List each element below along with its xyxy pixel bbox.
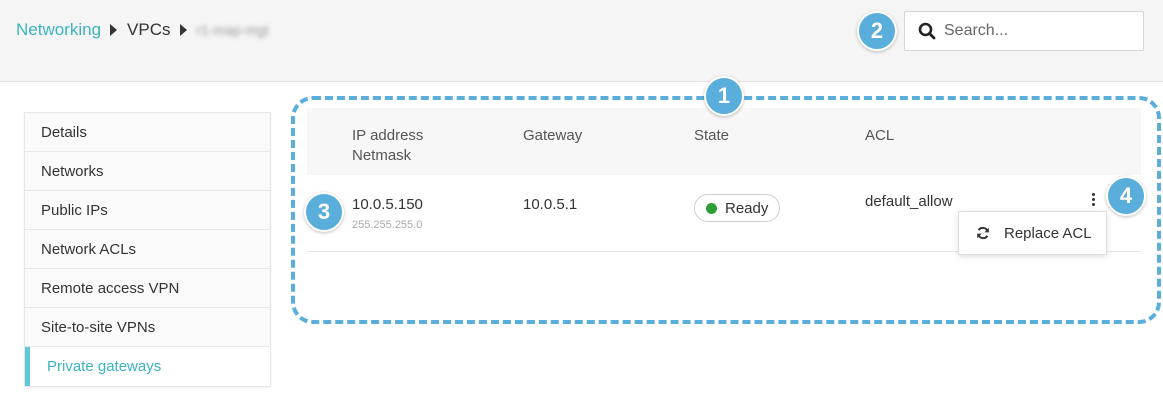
- breadcrumb-separator-icon: [110, 24, 118, 36]
- breadcrumb: Networking VPCs r1-map-mgt: [16, 20, 269, 40]
- top-bar: Networking VPCs r1-map-mgt: [0, 0, 1163, 82]
- sidebar: Details Networks Public IPs Network ACLs…: [24, 112, 271, 387]
- callout-badge-4: 4: [1106, 176, 1146, 216]
- breadcrumb-vpcs[interactable]: VPCs: [127, 20, 170, 40]
- search-icon: [918, 22, 936, 40]
- breadcrumb-networking[interactable]: Networking: [16, 20, 101, 40]
- sidebar-item-networks[interactable]: Networks: [25, 152, 270, 191]
- table-highlight-outline: [291, 96, 1161, 324]
- sidebar-item-public-ips[interactable]: Public IPs: [25, 191, 270, 230]
- search-box[interactable]: [904, 11, 1144, 51]
- callout-badge-1: 1: [704, 76, 744, 116]
- callout-badge-2: 2: [857, 11, 897, 51]
- sidebar-item-network-acls[interactable]: Network ACLs: [25, 230, 270, 269]
- breadcrumb-vpc-name: r1-map-mgt: [196, 22, 269, 38]
- sidebar-item-details[interactable]: Details: [25, 113, 270, 152]
- breadcrumb-separator-icon: [179, 24, 187, 36]
- sidebar-item-private-gateways[interactable]: Private gateways: [25, 347, 270, 386]
- sidebar-item-remote-access-vpn[interactable]: Remote access VPN: [25, 269, 270, 308]
- sidebar-item-site-to-site-vpns[interactable]: Site-to-site VPNs: [25, 308, 270, 347]
- search-input[interactable]: [944, 22, 1124, 40]
- callout-badge-3: 3: [304, 192, 344, 232]
